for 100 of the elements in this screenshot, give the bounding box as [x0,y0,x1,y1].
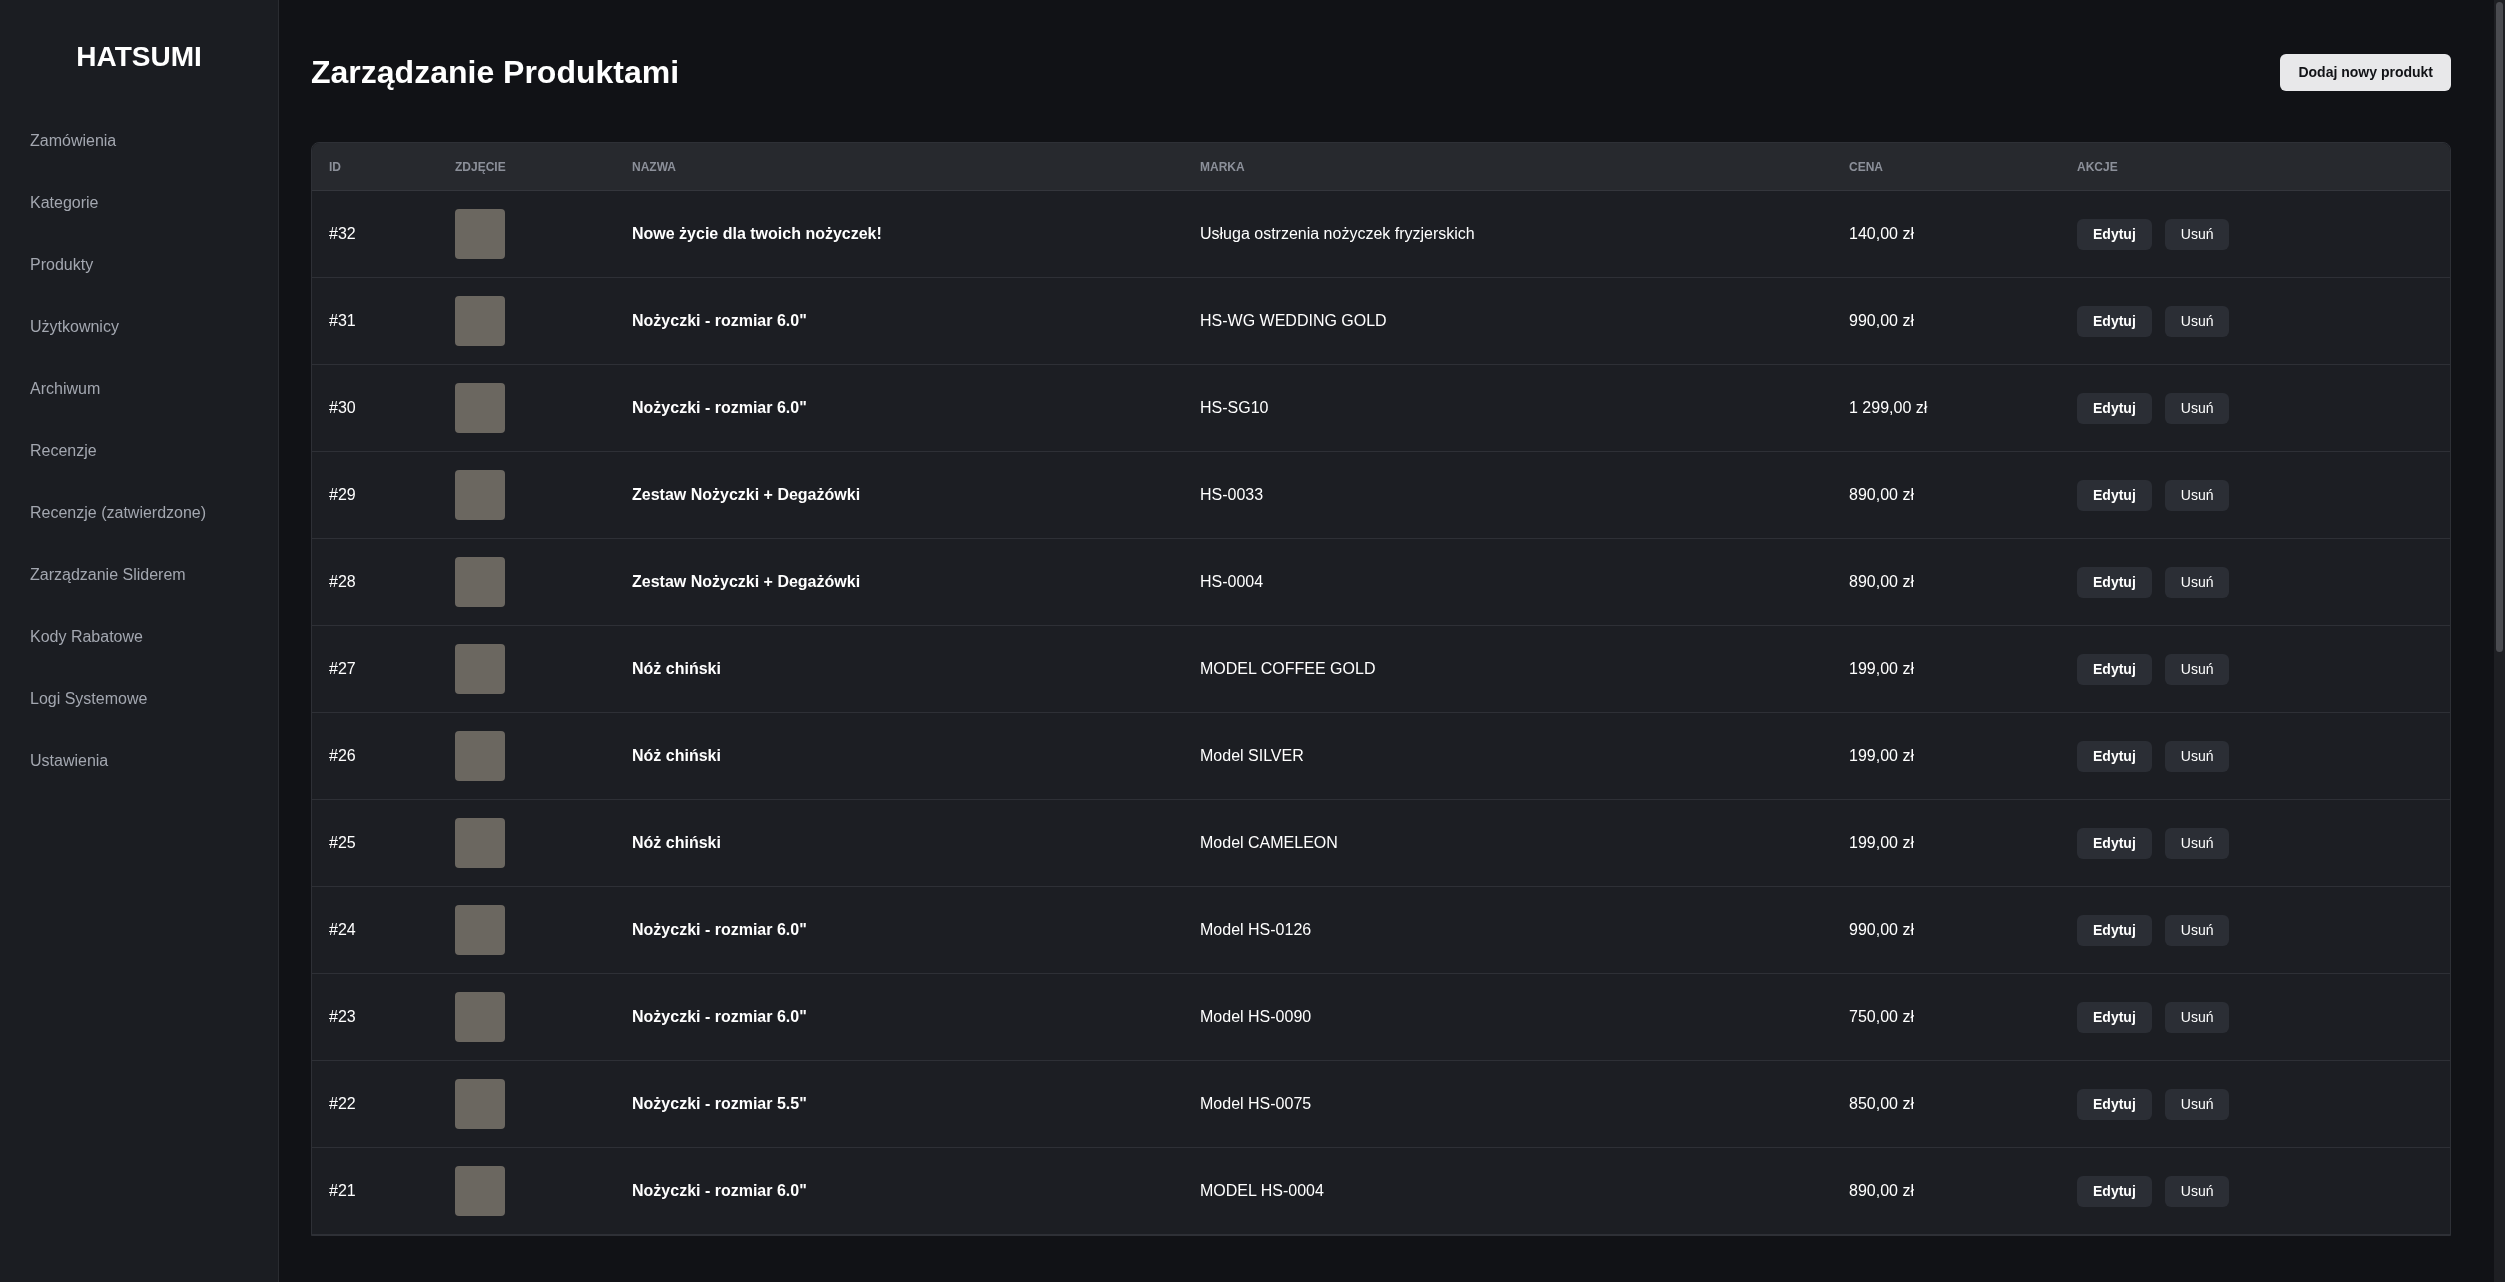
id-cell-text: #21 [329,1181,356,1201]
photo-placeholder [455,905,505,955]
id-cell-text: #27 [329,659,356,679]
delete-button[interactable]: Usuń [2164,218,2230,250]
product-name: Nożyczki - rozmiar 6.0" [632,1181,807,1201]
price-cell-text: 750,00 zł [1849,1007,1914,1027]
edit-button[interactable]: Edytuj [2077,914,2152,946]
delete-button[interactable]: Usuń [2164,1088,2230,1120]
photo-placeholder [455,296,505,346]
sidebar-item[interactable]: Zamówienia [0,110,278,172]
id-cell-text: #24 [329,920,356,940]
column-header: CENA [1849,158,1883,176]
delete-button[interactable]: Usuń [2164,827,2230,859]
edit-button[interactable]: Edytuj [2077,1175,2152,1207]
product-name: Nowe życie dla twoich nożyczek! [632,224,882,244]
brand-cell-text: Usługa ostrzenia nożyczek fryzjerskich [1200,224,1475,244]
sidebar-item[interactable]: Recenzje (zatwierdzone) [0,482,278,544]
price-cell-text: 990,00 zł [1849,920,1914,940]
column-header: AKCJE [2077,158,2118,176]
photo-placeholder [455,470,505,520]
sidebar-item[interactable]: Produkty [0,234,278,296]
price-cell-text: 199,00 zł [1849,833,1914,853]
brand-cell-text: Model HS-0126 [1200,920,1312,940]
brand-cell-text: MODEL COFFEE GOLD [1200,659,1376,679]
edit-button[interactable]: Edytuj [2077,1088,2152,1120]
scrollbar[interactable] [2494,0,2505,1282]
price-cell-text: 990,00 zł [1849,311,1914,331]
logo: HATSUMI [75,40,203,74]
sidebar-item[interactable]: Kategorie [0,172,278,234]
id-cell-text: #32 [329,224,356,244]
price-cell-text: 890,00 zł [1849,485,1914,505]
photo-placeholder [455,1166,505,1216]
id-cell-text: #25 [329,833,356,853]
sidebar-item[interactable]: Logi Systemowe [0,668,278,730]
photo-placeholder [455,644,505,694]
column-header: NAZWA [632,158,676,176]
delete-button[interactable]: Usuń [2164,1175,2230,1207]
photo-placeholder [455,1079,505,1129]
sidebar-item[interactable]: Zarządzanie Sliderem [0,544,278,606]
edit-button[interactable]: Edytuj [2077,827,2152,859]
delete-button[interactable]: Usuń [2164,740,2230,772]
product-name: Nóż chiński [632,746,721,766]
add-product-button[interactable]: Dodaj nowy produkt [2280,53,2451,91]
product-name: Zestaw Nożyczki + Degażówki [632,572,861,592]
scrollbar-thumb[interactable] [2496,2,2503,652]
id-cell-text: #22 [329,1094,356,1114]
edit-button[interactable]: Edytuj [2077,392,2152,424]
sidebar-item[interactable]: Recenzje [0,420,278,482]
id-cell-text: #23 [329,1007,356,1027]
sidebar-item[interactable]: Kody Rabatowe [0,606,278,668]
brand-cell-text: Model HS-0075 [1200,1094,1312,1114]
edit-button[interactable]: Edytuj [2077,218,2152,250]
sidebar-item[interactable]: Użytkownicy [0,296,278,358]
sidebar-item[interactable]: Ustawienia [0,730,278,792]
delete-button[interactable]: Usuń [2164,653,2230,685]
delete-button[interactable]: Usuń [2164,305,2230,337]
price-cell-text: 140,00 zł [1849,224,1914,244]
price-cell-text: 199,00 zł [1849,659,1914,679]
price-cell-text: 199,00 zł [1849,746,1914,766]
brand-cell-text: HS-0004 [1200,572,1264,592]
edit-button[interactable]: Edytuj [2077,1001,2152,1033]
edit-button[interactable]: Edytuj [2077,479,2152,511]
delete-button[interactable]: Usuń [2164,566,2230,598]
delete-button[interactable]: Usuń [2164,392,2230,424]
id-cell-text: #31 [329,311,356,331]
price-cell-text: 890,00 zł [1849,1181,1914,1201]
photo-placeholder [455,992,505,1042]
column-header: MARKA [1200,158,1245,176]
id-cell-text: #29 [329,485,356,505]
id-cell-text: #26 [329,746,356,766]
photo-placeholder [455,818,505,868]
id-cell-text: #28 [329,572,356,592]
edit-button[interactable]: Edytuj [2077,305,2152,337]
delete-button[interactable]: Usuń [2164,479,2230,511]
edit-button[interactable]: Edytuj [2077,566,2152,598]
photo-placeholder [455,209,505,259]
brand-cell-text: HS-WG WEDDING GOLD [1200,311,1387,331]
product-name: Nożyczki - rozmiar 6.0" [632,311,807,331]
edit-button[interactable]: Edytuj [2077,740,2152,772]
delete-button[interactable]: Usuń [2164,914,2230,946]
column-header: ID [329,158,341,176]
edit-button[interactable]: Edytuj [2077,653,2152,685]
product-name: Zestaw Nożyczki + Degażówki [632,485,861,505]
product-name: Nożyczki - rozmiar 6.0" [632,920,807,940]
product-name: Nóż chiński [632,659,721,679]
product-name: Nożyczki - rozmiar 5.5" [632,1094,807,1114]
delete-button[interactable]: Usuń [2164,1001,2230,1033]
brand-cell-text: MODEL HS-0004 [1200,1181,1324,1201]
sidebar-item[interactable]: Archiwum [0,358,278,420]
brand-cell-text: Model CAMELEON [1200,833,1338,853]
photo-placeholder [455,383,505,433]
product-name: Nożyczki - rozmiar 6.0" [632,398,807,418]
brand-cell-text: HS-SG10 [1200,398,1269,418]
photo-placeholder [455,557,505,607]
page-title: Zarządzanie Produktami [311,53,680,92]
brand-cell-text: Model HS-0090 [1200,1007,1312,1027]
price-cell-text: 1 299,00 zł [1849,398,1928,418]
id-cell-text: #30 [329,398,356,418]
price-cell-text: 850,00 zł [1849,1094,1914,1114]
brand-cell-text: Model SILVER [1200,746,1304,766]
